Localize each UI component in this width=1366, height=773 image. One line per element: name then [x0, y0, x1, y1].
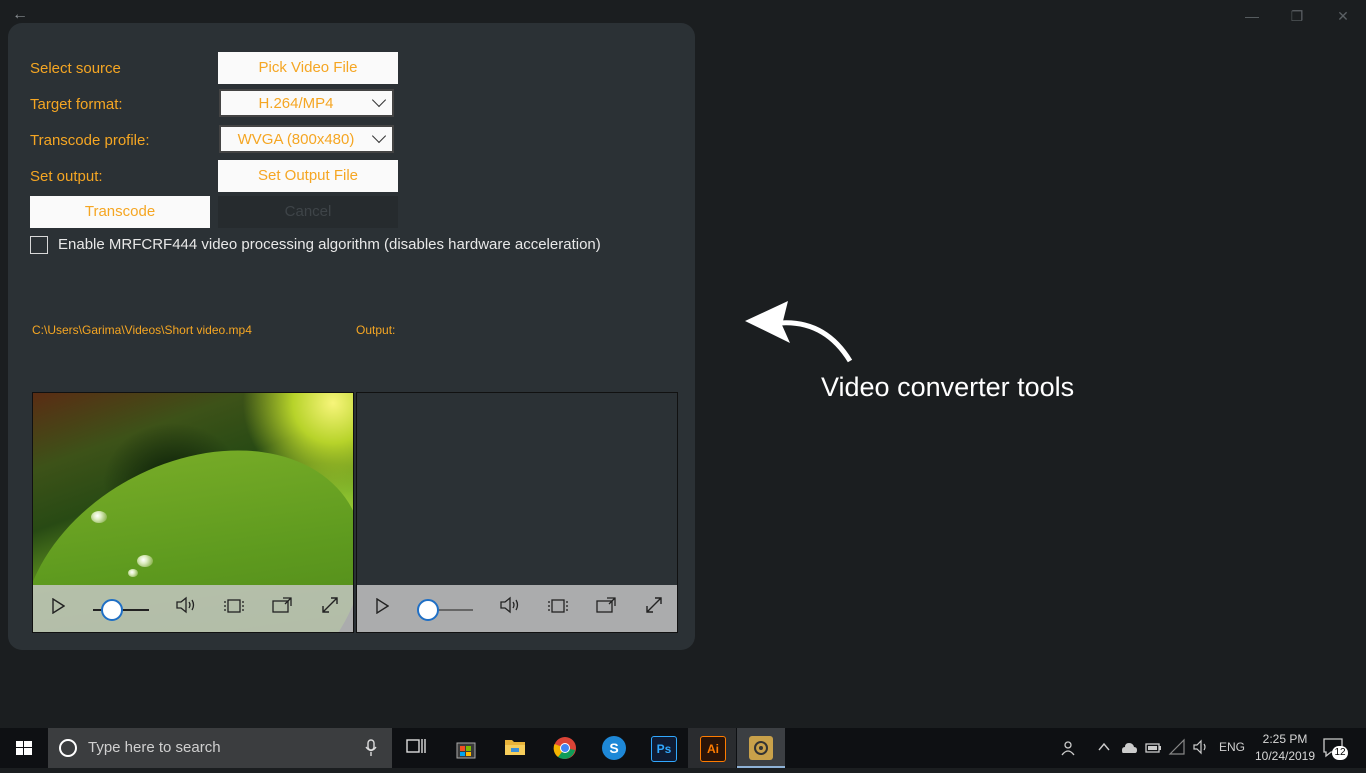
converter-panel: Select source Pick Video File Target for… — [8, 23, 695, 650]
onedrive-icon[interactable] — [1120, 740, 1138, 756]
transcode-profile-value: WVGA (800x480) — [237, 131, 355, 148]
annotation-arrow-icon — [745, 301, 853, 363]
taskbar: Type here to search S Ps Ai ENG 2:25 PM … — [0, 728, 1366, 768]
target-format-value: H.264/MP4 — [258, 95, 334, 112]
minimize-button[interactable]: — — [1237, 6, 1267, 26]
chevron-down-icon — [371, 92, 387, 108]
windows-logo-icon — [16, 741, 32, 755]
cast-icon[interactable] — [269, 595, 295, 621]
video-frame — [33, 393, 353, 632]
input-path: C:\Users\Garima\Videos\Short video.mp4 — [32, 323, 252, 337]
water-drop — [137, 555, 153, 567]
fullscreen-icon[interactable] — [641, 595, 667, 621]
output-label: Output: — [356, 323, 396, 337]
speaker-icon[interactable] — [1192, 739, 1210, 755]
seek-knob[interactable] — [101, 599, 123, 621]
target-format-select[interactable]: H.264/MP4 — [219, 89, 394, 117]
people-icon[interactable] — [1060, 738, 1080, 758]
restore-button[interactable]: ❐ — [1282, 6, 1312, 26]
transcode-profile-label: Transcode profile: — [30, 132, 150, 149]
annotation-text: Video converter tools — [821, 372, 1075, 402]
search-placeholder: Type here to search — [88, 739, 221, 756]
play-icon[interactable] — [369, 595, 395, 621]
microphone-icon[interactable] — [364, 739, 378, 757]
cancel-button[interactable]: Cancel — [218, 196, 398, 228]
close-button[interactable]: ✕ — [1328, 6, 1358, 26]
notification-badge: 12 — [1332, 746, 1348, 760]
cast-icon[interactable] — [593, 595, 619, 621]
mrf-checkbox[interactable] — [30, 236, 48, 254]
water-drop — [91, 511, 107, 523]
transcode-app-icon — [749, 736, 773, 760]
select-source-label: Select source — [30, 60, 121, 77]
output-video-player[interactable] — [356, 392, 678, 633]
wifi-icon[interactable] — [1168, 738, 1186, 756]
chrome-icon[interactable] — [553, 736, 577, 760]
aspect-ratio-icon[interactable] — [221, 595, 247, 621]
set-output-label: Set output: — [30, 168, 103, 185]
clock-time: 2:25 PM — [1262, 732, 1308, 746]
target-format-label: Target format: — [30, 96, 123, 113]
file-explorer-icon[interactable] — [503, 736, 527, 760]
play-icon[interactable] — [45, 595, 71, 621]
photoshop-icon[interactable]: Ps — [651, 736, 677, 762]
search-circle-icon — [59, 739, 77, 757]
clock-date: 10/24/2019 — [1254, 749, 1316, 763]
chevron-down-icon — [371, 128, 387, 144]
clock[interactable]: 2:25 PM 10/24/2019 — [1250, 731, 1320, 765]
player-controls — [357, 585, 677, 632]
skype-icon[interactable]: S — [602, 736, 626, 760]
task-view-icon[interactable] — [404, 736, 428, 760]
language-indicator[interactable]: ENG — [1219, 740, 1245, 754]
illustrator-icon: Ai — [700, 736, 726, 762]
water-drop — [128, 569, 138, 577]
action-center-button[interactable]: 12 — [1322, 737, 1348, 760]
start-button[interactable] — [0, 728, 48, 768]
player-controls — [33, 585, 353, 632]
microsoft-store-icon[interactable] — [454, 736, 478, 760]
pick-video-file-button[interactable]: Pick Video File — [218, 52, 398, 84]
seek-knob[interactable] — [417, 599, 439, 621]
battery-icon[interactable] — [1144, 740, 1162, 756]
fullscreen-icon[interactable] — [317, 595, 343, 621]
volume-icon[interactable] — [497, 595, 523, 621]
mrf-checkbox-label: Enable MRFCRF444 video processing algori… — [58, 236, 601, 253]
search-box[interactable]: Type here to search — [48, 728, 392, 768]
illustrator-taskbar-slot[interactable]: Ai — [688, 728, 736, 768]
transcode-app-taskbar-slot[interactable] — [737, 728, 785, 768]
transcode-button[interactable]: Transcode — [30, 196, 210, 228]
transcode-profile-select[interactable]: WVGA (800x480) — [219, 125, 394, 153]
source-video-player[interactable] — [32, 392, 354, 633]
aspect-ratio-icon[interactable] — [545, 595, 571, 621]
volume-icon[interactable] — [173, 595, 199, 621]
chevron-up-icon[interactable] — [1097, 740, 1111, 754]
set-output-file-button[interactable]: Set Output File — [218, 160, 398, 192]
